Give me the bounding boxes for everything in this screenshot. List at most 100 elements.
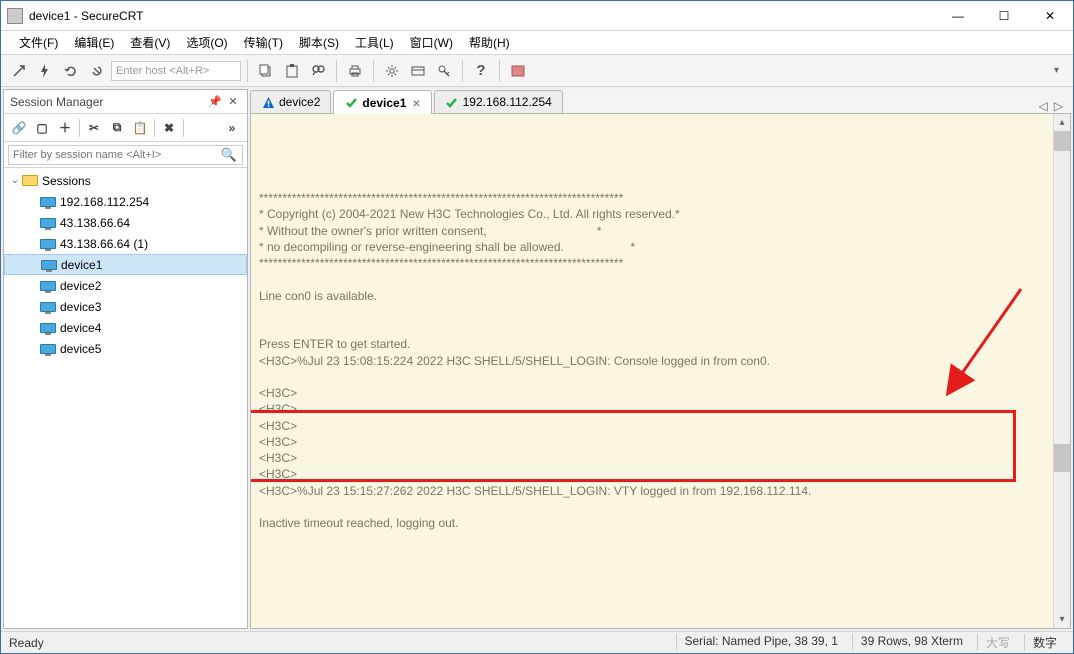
status-serial: Serial: Named Pipe, 38 39, 1	[676, 634, 846, 651]
tab-ip[interactable]: 192.168.112.254	[434, 90, 563, 113]
extra-icon[interactable]	[506, 59, 530, 83]
session-options-icon[interactable]	[406, 59, 430, 83]
session-item[interactable]: device4	[4, 317, 247, 338]
toolbar-overflow[interactable]: ▾	[1046, 65, 1067, 76]
session-manager-title: Session Manager	[10, 95, 205, 109]
window-title: device1 - SecureCRT	[29, 9, 935, 23]
session-label: device1	[61, 258, 102, 272]
quick-connect-icon[interactable]	[33, 59, 57, 83]
status-dimensions: 39 Rows, 98 Xterm	[852, 634, 971, 651]
session-item[interactable]: 43.138.66.64 (1)	[4, 233, 247, 254]
panel-close-icon[interactable]: ✕	[225, 94, 241, 110]
reconnect-icon[interactable]	[59, 59, 83, 83]
status-ready: Ready	[9, 636, 44, 650]
menu-file[interactable]: 文件(F)	[11, 31, 66, 54]
tree-root-label: Sessions	[42, 174, 91, 188]
tab-device2[interactable]: device2	[250, 90, 331, 113]
add-icon[interactable]: ＋	[54, 117, 76, 139]
session-item[interactable]: device5	[4, 338, 247, 359]
warning-icon	[261, 95, 275, 109]
menu-edit[interactable]: 编辑(E)	[66, 31, 122, 54]
session-item[interactable]: device3	[4, 296, 247, 317]
check-icon	[344, 96, 358, 110]
cut-icon[interactable]: ✂	[83, 117, 105, 139]
search-icon[interactable]: 🔍	[221, 147, 237, 163]
session-label: device5	[60, 342, 101, 356]
scroll-up-icon[interactable]: ▴	[1054, 114, 1070, 131]
folder-icon	[22, 175, 38, 186]
key-icon[interactable]	[432, 59, 456, 83]
session-item[interactable]: device2	[4, 275, 247, 296]
session-label: 192.168.112.254	[60, 195, 149, 209]
session-filter-input[interactable]	[8, 145, 243, 165]
menu-help[interactable]: 帮助(H)	[461, 31, 518, 54]
new-session-icon[interactable]: ▢	[31, 117, 53, 139]
close-button[interactable]: ✕	[1027, 1, 1073, 30]
menu-bar: 文件(F) 编辑(E) 查看(V) 选项(O) 传输(T) 脚本(S) 工具(L…	[1, 31, 1073, 55]
menu-tools[interactable]: 工具(L)	[347, 31, 402, 54]
status-num: 数字	[1024, 634, 1065, 651]
terminal[interactable]: ****************************************…	[250, 114, 1071, 629]
disconnect-icon[interactable]	[85, 59, 109, 83]
monitor-icon	[40, 197, 56, 207]
annotation-box	[250, 410, 1016, 482]
tab-next-icon[interactable]: ▷	[1054, 99, 1063, 113]
monitor-icon	[40, 281, 56, 291]
monitor-icon	[40, 239, 56, 249]
tab-label: 192.168.112.254	[463, 95, 552, 109]
find-icon[interactable]	[306, 59, 330, 83]
monitor-icon	[41, 260, 57, 270]
copy-icon[interactable]	[254, 59, 278, 83]
session-item-selected[interactable]: device1	[4, 254, 247, 275]
pin-icon[interactable]: 📌	[207, 94, 223, 110]
maximize-button[interactable]: ☐	[981, 1, 1027, 30]
status-bar: Ready Serial: Named Pipe, 38 39, 1 39 Ro…	[1, 631, 1073, 653]
print-icon[interactable]	[343, 59, 367, 83]
tree-root-sessions[interactable]: ⌄ Sessions	[4, 170, 247, 191]
session-item[interactable]: 43.138.66.64	[4, 212, 247, 233]
scroll-thumb[interactable]	[1054, 131, 1070, 151]
menu-script[interactable]: 脚本(S)	[291, 31, 347, 54]
annotation-arrow	[941, 284, 1031, 404]
tab-label: device2	[279, 95, 320, 109]
session-label: device2	[60, 279, 101, 293]
session-label: 43.138.66.64 (1)	[60, 237, 148, 251]
menu-transfer[interactable]: 传输(T)	[236, 31, 291, 54]
monitor-icon	[40, 344, 56, 354]
vertical-scrollbar[interactable]: ▴ ▾	[1053, 114, 1070, 628]
status-caps: 大写	[977, 634, 1018, 651]
session-item[interactable]: 192.168.112.254	[4, 191, 247, 212]
scroll-down-icon[interactable]: ▾	[1054, 611, 1070, 628]
tab-prev-icon[interactable]: ◁	[1039, 99, 1048, 113]
tab-close-icon[interactable]: ×	[412, 95, 420, 111]
connect-icon[interactable]	[7, 59, 31, 83]
app-icon	[7, 8, 23, 24]
session-label: 43.138.66.64	[60, 216, 130, 230]
tab-label: device1	[362, 96, 406, 110]
copy-session-icon[interactable]: ⧉	[106, 117, 128, 139]
menu-view[interactable]: 查看(V)	[122, 31, 178, 54]
session-tree[interactable]: ⌄ Sessions 192.168.112.254 43.138.66.64 …	[4, 168, 247, 628]
paste-session-icon[interactable]: 📋	[129, 117, 151, 139]
help-icon[interactable]: ?	[469, 59, 493, 83]
check-icon	[445, 95, 459, 109]
host-input[interactable]: Enter host <Alt+R>	[111, 61, 241, 81]
session-manager-panel: Session Manager 📌 ✕ 🔗 ▢ ＋ ✂ ⧉ 📋 ✖ » 🔍 ⌄ …	[3, 89, 248, 629]
tab-bar: device2 device1 × 192.168.112.254 ◁ ▷	[250, 89, 1071, 114]
monitor-icon	[40, 323, 56, 333]
monitor-icon	[40, 218, 56, 228]
settings-icon[interactable]	[380, 59, 404, 83]
session-label: device3	[60, 300, 101, 314]
menu-options[interactable]: 选项(O)	[178, 31, 235, 54]
link-icon[interactable]: 🔗	[8, 117, 30, 139]
title-bar: device1 - SecureCRT — ☐ ✕	[1, 1, 1073, 31]
session-toolbar: 🔗 ▢ ＋ ✂ ⧉ 📋 ✖ »	[4, 114, 247, 142]
menu-window[interactable]: 窗口(W)	[402, 31, 461, 54]
delete-icon[interactable]: ✖	[158, 117, 180, 139]
tab-device1[interactable]: device1 ×	[333, 90, 431, 114]
scroll-thumb[interactable]	[1054, 444, 1070, 472]
main-toolbar: Enter host <Alt+R> ? ▾	[1, 55, 1073, 87]
paste-icon[interactable]	[280, 59, 304, 83]
minimize-button[interactable]: —	[935, 1, 981, 30]
chevron-right-icon[interactable]: »	[221, 117, 243, 139]
